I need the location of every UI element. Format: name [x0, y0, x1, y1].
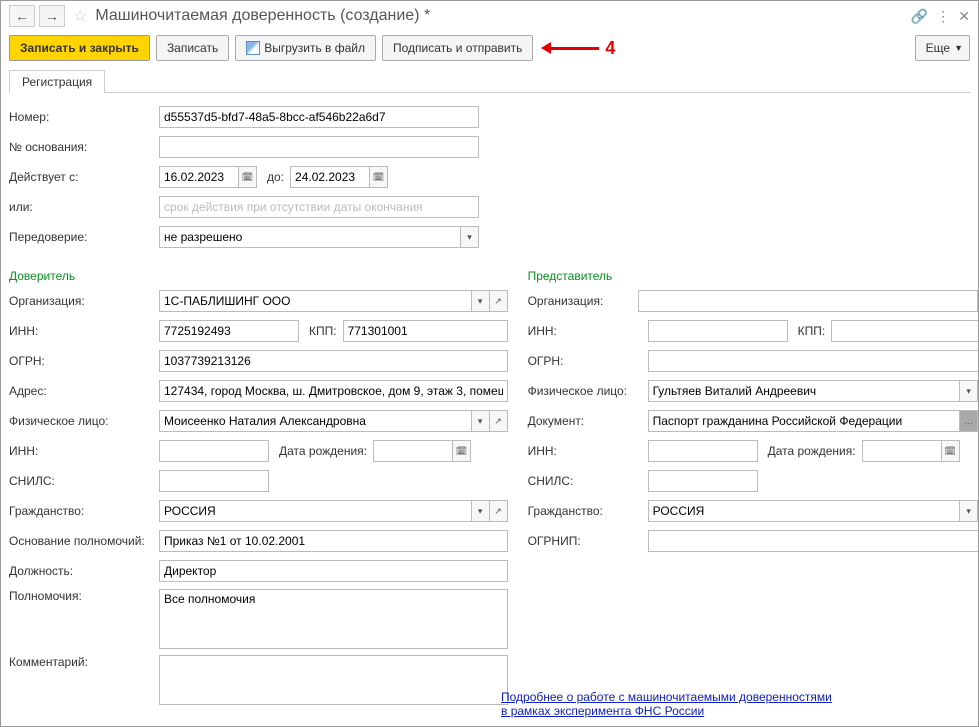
more-menu-icon[interactable]: ⋮	[936, 8, 950, 25]
rep-person-label: Физическое лицо:	[528, 384, 648, 398]
principal-citizenship-open-icon[interactable]: ↗	[490, 500, 508, 522]
delegation-dropdown-icon[interactable]: ▾	[461, 226, 479, 248]
principal-org-label: Организация:	[9, 294, 159, 308]
principal-person-dropdown-icon[interactable]: ▾	[472, 410, 490, 432]
basis-number-input[interactable]	[159, 136, 479, 158]
or-label: или:	[9, 200, 159, 214]
rep-ogrnip-input[interactable]	[648, 530, 979, 552]
delegation-label: Передоверие:	[9, 230, 159, 244]
rep-dob-calendar-icon[interactable]: 🗓	[942, 440, 960, 462]
principal-kpp-label: КПП:	[309, 324, 337, 338]
rep-ogrnip-label: ОГРНИП:	[528, 534, 648, 548]
info-link-block: Подробнее о работе с машиночитаемыми дов…	[501, 690, 961, 718]
rep-person-input[interactable]	[648, 380, 961, 402]
rep-kpp-input[interactable]	[831, 320, 979, 342]
rep-inn-label: ИНН:	[528, 324, 648, 338]
principal-address-label: Адрес:	[9, 384, 159, 398]
sign-and-send-button[interactable]: Подписать и отправить	[382, 35, 533, 61]
rep-snils-input[interactable]	[648, 470, 758, 492]
number-input[interactable]	[159, 106, 479, 128]
principal-snils-label: СНИЛС:	[9, 474, 159, 488]
annotation-number: 4	[605, 38, 615, 59]
valid-to-input[interactable]	[290, 166, 370, 188]
rep-ogrn-input[interactable]	[648, 350, 979, 372]
principal-ogrn-label: ОГРН:	[9, 354, 159, 368]
principal-kpp-input[interactable]	[343, 320, 508, 342]
rep-inn2-input[interactable]	[648, 440, 758, 462]
favorite-star-icon[interactable]: ☆	[73, 6, 87, 26]
annotation-arrow: 4	[549, 38, 615, 59]
rep-doc-select-icon[interactable]: …	[960, 410, 978, 432]
link-icon[interactable]: 🔗	[911, 8, 928, 25]
export-icon	[246, 41, 264, 56]
principal-ogrn-input[interactable]	[159, 350, 508, 372]
principal-position-input[interactable]	[159, 560, 508, 582]
principal-position-label: Должность:	[9, 564, 159, 578]
rep-org-input[interactable]	[638, 290, 979, 312]
principal-dob-calendar-icon[interactable]: 🗓	[453, 440, 471, 462]
rep-doc-input[interactable]	[648, 410, 961, 432]
principal-inn-label: ИНН:	[9, 324, 159, 338]
tab-registration[interactable]: Регистрация	[9, 70, 105, 93]
valid-from-input[interactable]	[159, 166, 239, 188]
principal-basis-label: Основание полномочий:	[9, 534, 159, 548]
rep-inn-input[interactable]	[648, 320, 788, 342]
more-button[interactable]: Еще ▼	[915, 35, 970, 61]
principal-person-input[interactable]	[159, 410, 472, 432]
write-and-close-button[interactable]: Записать и закрыть	[9, 35, 150, 61]
number-label: Номер:	[9, 110, 159, 124]
principal-citizenship-input[interactable]	[159, 500, 472, 522]
principal-dob-label: Дата рождения:	[279, 444, 367, 458]
principal-inn2-input[interactable]	[159, 440, 269, 462]
valid-to-calendar-icon[interactable]: 🗓	[370, 166, 388, 188]
principal-header: Доверитель	[9, 269, 508, 283]
principal-inn2-label: ИНН:	[9, 444, 159, 458]
principal-org-open-icon[interactable]: ↗	[490, 290, 508, 312]
principal-citizenship-dropdown-icon[interactable]: ▾	[472, 500, 490, 522]
rep-doc-label: Документ:	[528, 414, 648, 428]
rep-person-dropdown-icon[interactable]: ▾	[960, 380, 978, 402]
principal-powers-label: Полномочия:	[9, 589, 159, 603]
rep-dob-input[interactable]	[862, 440, 942, 462]
principal-person-label: Физическое лицо:	[9, 414, 159, 428]
principal-org-dropdown-icon[interactable]: ▾	[472, 290, 490, 312]
valid-to-label: до:	[267, 170, 284, 184]
principal-address-input[interactable]	[159, 380, 508, 402]
principal-person-open-icon[interactable]: ↗	[490, 410, 508, 432]
delegation-input[interactable]	[159, 226, 461, 248]
nav-back-button[interactable]: ←	[9, 5, 35, 27]
export-to-file-button[interactable]: Выгрузить в файл	[235, 35, 376, 61]
principal-dob-input[interactable]	[373, 440, 453, 462]
term-input[interactable]	[159, 196, 479, 218]
rep-kpp-label: КПП:	[798, 324, 826, 338]
rep-citizenship-input[interactable]	[648, 500, 961, 522]
rep-inn2-label: ИНН:	[528, 444, 648, 458]
comment-label: Комментарий:	[9, 655, 159, 669]
rep-dob-label: Дата рождения:	[768, 444, 856, 458]
rep-snils-label: СНИЛС:	[528, 474, 648, 488]
info-link[interactable]: Подробнее о работе с машиночитаемыми дов…	[501, 690, 832, 718]
window-title: Машиночитаемая доверенность (создание) *	[95, 7, 906, 25]
nav-forward-button[interactable]: →	[39, 5, 65, 27]
principal-inn-input[interactable]	[159, 320, 299, 342]
principal-basis-input[interactable]	[159, 530, 508, 552]
rep-citizenship-dropdown-icon[interactable]: ▾	[960, 500, 978, 522]
principal-snils-input[interactable]	[159, 470, 269, 492]
rep-ogrn-label: ОГРН:	[528, 354, 648, 368]
valid-from-label: Действует с:	[9, 170, 159, 184]
write-button[interactable]: Записать	[156, 35, 229, 61]
chevron-down-icon: ▼	[954, 43, 963, 53]
representative-header: Представитель	[528, 269, 979, 283]
valid-from-calendar-icon[interactable]: 🗓	[239, 166, 257, 188]
principal-org-input[interactable]	[159, 290, 472, 312]
rep-org-label: Организация:	[528, 294, 638, 308]
basis-number-label: № основания:	[9, 140, 159, 154]
comment-input[interactable]	[159, 655, 508, 705]
close-icon[interactable]: ✕	[958, 8, 970, 25]
rep-citizenship-label: Гражданство:	[528, 504, 648, 518]
principal-powers-input[interactable]: Все полномочия	[159, 589, 508, 649]
principal-citizenship-label: Гражданство:	[9, 504, 159, 518]
